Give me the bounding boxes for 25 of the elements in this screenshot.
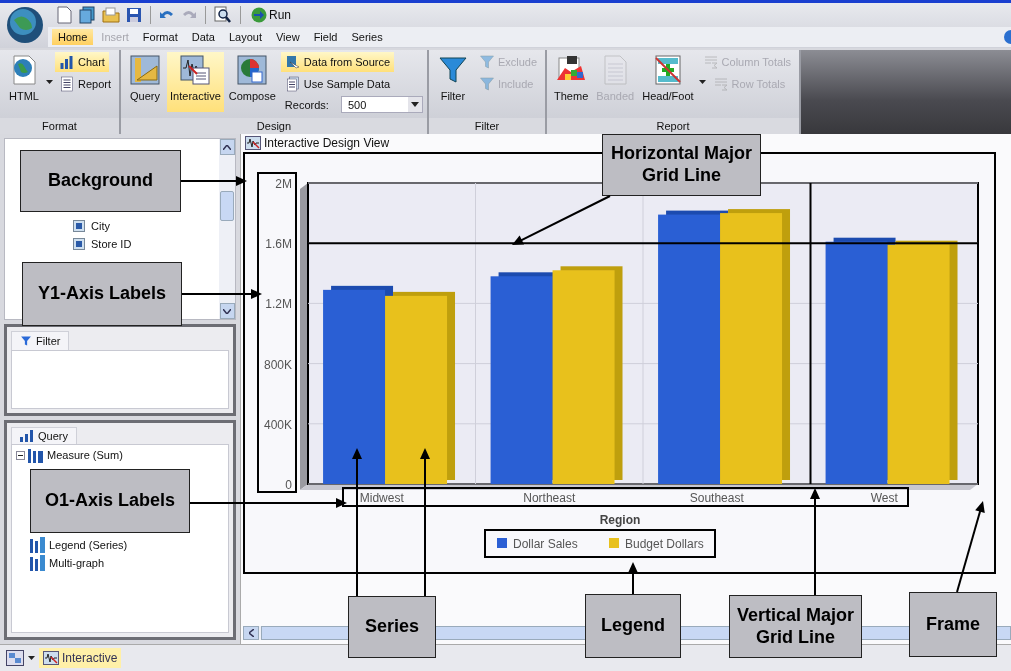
callout-tooltip: O1-Axis Labels <box>30 469 190 533</box>
axis-label: 2M <box>275 177 292 191</box>
axis-label: 1.2M <box>265 297 292 312</box>
callout-tooltip: Vertical Major Grid Line <box>729 595 862 658</box>
group-title: Design <box>121 118 427 134</box>
callout-tooltip: Frame <box>909 592 997 657</box>
field-label: Records: <box>284 98 329 111</box>
axis-label: Southeast <box>689 491 744 505</box>
legend-label: Budget Dollars <box>625 537 704 551</box>
axis-label: Northeast <box>523 491 576 505</box>
callout-tooltip: Series <box>348 596 436 658</box>
axis-label: 0 <box>285 478 292 492</box>
callout-tooltip: Y1-Axis Labels <box>22 262 182 326</box>
callout-tooltip: Background <box>20 150 181 212</box>
callout-tooltip: Legend <box>585 594 681 658</box>
axis-label: Midwest <box>359 491 404 505</box>
axis-title: Region <box>599 513 641 527</box>
group-title: Format <box>0 118 120 134</box>
axis-label: West <box>870 491 898 505</box>
group-title: Report <box>547 118 800 134</box>
axis-label: 800K <box>263 357 292 372</box>
group-title: Filter <box>428 118 546 134</box>
axis-label: 400K <box>263 417 292 432</box>
axis-label: 1.6M <box>265 237 292 252</box>
legend-label: Dollar Sales <box>513 537 578 551</box>
